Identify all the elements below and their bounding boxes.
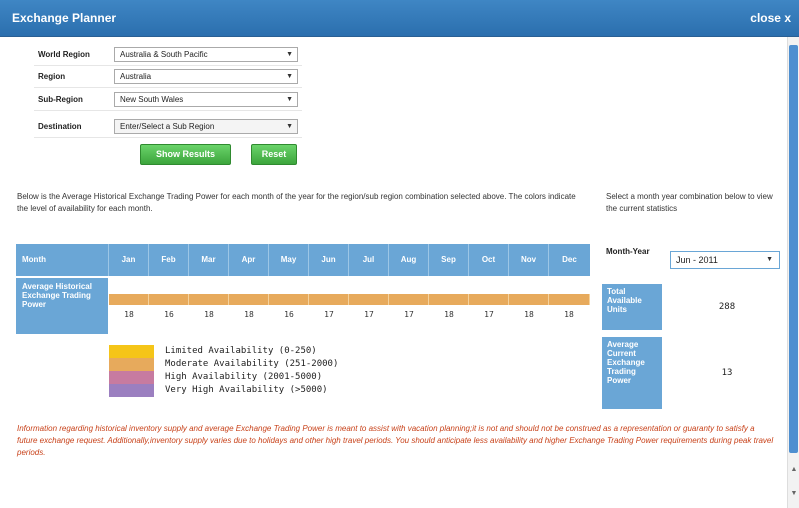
reset-button[interactable]: Reset (251, 144, 297, 165)
chevron-down-icon: ▼ (286, 96, 293, 103)
bar-segment-jul (349, 294, 389, 305)
value-sep: 18 (444, 310, 454, 319)
sub-region-label: Sub-Region (38, 95, 83, 104)
bar-segment-may (269, 294, 309, 305)
legend-label-limited: Limited Availability (0-250) (165, 346, 317, 356)
month-year-value: Jun - 2011 (676, 255, 718, 265)
chevron-down-icon: ▼ (286, 123, 293, 130)
month-header-row: Month Jan Feb Mar Apr May Jun Jul Aug Se… (16, 244, 590, 276)
region-select[interactable]: Australia ▼ (114, 69, 298, 84)
month-apr: Apr (228, 244, 268, 276)
avg-current-power-value: 13 (721, 368, 733, 378)
legend-label-high: High Availability (2001-5000) (165, 372, 323, 382)
value-may: 16 (284, 310, 294, 319)
scrollbar-thumb[interactable] (789, 45, 798, 453)
value-feb: 16 (164, 310, 174, 319)
month-nov: Nov (508, 244, 548, 276)
world-region-value: Australia & South Pacific (120, 50, 208, 59)
window-title: Exchange Planner (12, 11, 117, 25)
bar-segment-oct (469, 294, 509, 305)
destination-value: Enter/Select a Sub Region (120, 122, 215, 131)
chevron-down-icon: ▼ (286, 73, 293, 80)
world-region-row: World Region Australia & South Pacific ▼ (34, 44, 302, 66)
bar-segment-aug (389, 294, 429, 305)
value-jun: 17 (324, 310, 334, 319)
bar-segment-sep (429, 294, 469, 305)
bar-segment-dec (549, 294, 590, 305)
month-sep: Sep (428, 244, 468, 276)
legend-swatch-moderate (109, 358, 154, 371)
region-value: Australia (120, 72, 152, 81)
intro-text: Below is the Average Historical Exchange… (17, 192, 576, 213)
destination-label: Destination (38, 122, 82, 131)
value-nov: 18 (524, 310, 534, 319)
value-jan: 18 (124, 310, 134, 319)
value-jul: 17 (364, 310, 374, 319)
total-units-value: 288 (718, 302, 736, 312)
disclaimer-text: Information regarding historical invento… (17, 424, 774, 457)
sub-region-select[interactable]: New South Wales ▼ (114, 92, 298, 107)
avg-trading-power-label: Average Historical Exchange Trading Powe… (16, 278, 108, 334)
world-region-select[interactable]: Australia & South Pacific ▼ (114, 47, 298, 62)
month-year-select[interactable]: Jun - 2011 ▼ (670, 251, 780, 269)
month-jun: Jun (308, 244, 348, 276)
month-mar: Mar (188, 244, 228, 276)
value-aug: 17 (404, 310, 414, 319)
destination-row: Destination Enter/Select a Sub Region ▼ (34, 116, 302, 138)
month-dec: Dec (548, 244, 590, 276)
legend-label-moderate: Moderate Availability (251-2000) (165, 359, 339, 369)
title-bar: Exchange Planner close x (0, 0, 799, 37)
bar-segment-jun (309, 294, 349, 305)
scroll-up-arrow-icon[interactable]: ▲ (790, 465, 798, 475)
sub-region-row: Sub-Region New South Wales ▼ (34, 89, 302, 111)
sub-region-value: New South Wales (120, 95, 184, 104)
month-jan: Jan (108, 244, 148, 276)
region-row: Region Australia ▼ (34, 66, 302, 88)
chevron-down-icon: ▼ (286, 51, 293, 58)
legend-swatch-high (109, 371, 154, 384)
world-region-label: World Region (38, 50, 90, 59)
legend-swatch-very-high (109, 384, 154, 397)
avg-current-power-label: Average Current Exchange Trading Power (602, 337, 662, 409)
value-mar: 18 (204, 310, 214, 319)
bar-segment-jan (109, 294, 149, 305)
value-oct: 17 (484, 310, 494, 319)
month-may: May (268, 244, 308, 276)
chevron-down-icon: ▼ (766, 256, 773, 263)
month-feb: Feb (148, 244, 188, 276)
month-year-label: Month-Year (606, 247, 650, 256)
destination-select[interactable]: Enter/Select a Sub Region ▼ (114, 119, 298, 134)
bar-segment-nov (509, 294, 549, 305)
bar-segment-apr (229, 294, 269, 305)
show-results-button[interactable]: Show Results (140, 144, 231, 165)
month-oct: Oct (468, 244, 508, 276)
side-intro-text: Select a month year combination below to… (606, 192, 773, 213)
legend-swatch-limited (109, 345, 154, 358)
legend-label-very-high: Very High Availability (>5000) (165, 385, 328, 395)
bar-segment-feb (149, 294, 189, 305)
value-apr: 18 (244, 310, 254, 319)
availability-bar (109, 294, 590, 305)
bar-segment-mar (189, 294, 229, 305)
scroll-down-arrow-icon[interactable]: ▼ (790, 489, 798, 499)
region-label: Region (38, 72, 66, 81)
month-aug: Aug (388, 244, 428, 276)
value-dec: 18 (564, 310, 574, 319)
month-header: Month (22, 255, 46, 264)
scrollbar[interactable]: ▲ ▼ (787, 37, 799, 508)
month-jul: Jul (348, 244, 388, 276)
close-button[interactable]: close x (750, 11, 791, 25)
total-units-label: Total Available Units (602, 284, 662, 330)
